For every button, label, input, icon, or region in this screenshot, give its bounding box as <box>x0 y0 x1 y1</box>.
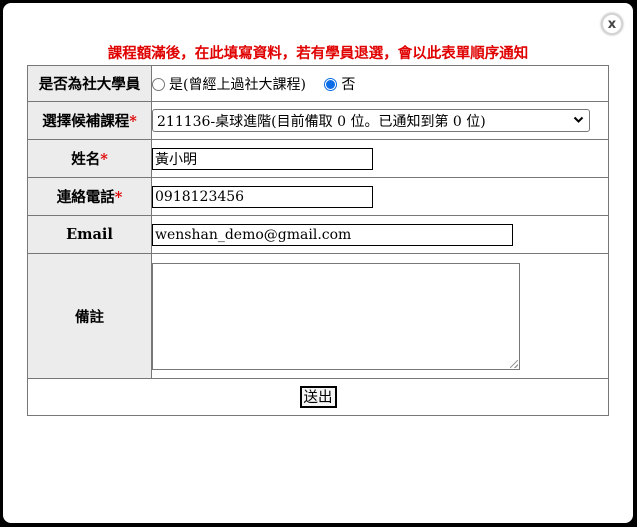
phone-input-value: 0918123456 <box>155 188 245 205</box>
required-mark: * <box>114 189 123 206</box>
close-icon: x <box>607 16 617 32</box>
email-input[interactable]: wenshan_demo@gmail.com <box>152 223 513 246</box>
resize-handle-icon[interactable] <box>510 359 518 368</box>
member-yes-option[interactable]: 是(曾經上過社大課程) <box>152 74 306 94</box>
phone-row: 連絡電話* 0918123456 <box>27 177 609 216</box>
note-row: 備註 <box>27 253 609 379</box>
name-input-value: 黃小明 <box>155 151 197 168</box>
member-no-label: 否 <box>341 76 356 93</box>
course-row: 選擇候補課程* 211136-桌球進階(目前備取 0 位。已通知到第 0 位) <box>27 101 609 140</box>
phone-input[interactable]: 0918123456 <box>152 185 373 208</box>
close-button[interactable]: x <box>601 13 623 35</box>
note-textarea[interactable] <box>152 262 520 370</box>
chevron-down-icon <box>573 114 584 124</box>
name-label: 姓名* <box>27 139 152 178</box>
course-select[interactable]: 211136-桌球進階(目前備取 0 位。已通知到第 0 位) <box>152 109 590 132</box>
name-input[interactable]: 黃小明 <box>152 147 373 170</box>
name-row: 姓名* 黃小明 <box>27 139 609 178</box>
member-yes-label: 是(曾經上過社大課程) <box>169 76 306 93</box>
waitlist-form: 是否為社大學員 是(曾經上過社大課程) 否 選擇候補課程* 211136-桌球進… <box>27 65 609 416</box>
email-label: Email <box>27 215 152 254</box>
email-row: Email wenshan_demo@gmail.com <box>27 215 609 254</box>
member-label: 是否為社大學員 <box>27 65 152 102</box>
waitlist-notice: 課程額滿後，在此填寫資料，若有學員退選，會以此表單順序通知 <box>107 45 529 62</box>
required-mark: * <box>129 113 137 130</box>
submit-button[interactable]: 送出 <box>299 386 337 408</box>
required-mark: * <box>100 151 108 168</box>
course-select-value: 211136-桌球進階(目前備取 0 位。已通知到第 0 位) <box>157 113 486 130</box>
member-no-radio[interactable] <box>324 77 338 91</box>
waitlist-dialog: x 課程額滿後，在此填寫資料，若有學員退選，會以此表單順序通知 是否為社大學員 … <box>3 3 633 523</box>
course-label: 選擇候補課程* <box>27 101 152 140</box>
member-row: 是否為社大學員 是(曾經上過社大課程) 否 <box>27 65 609 102</box>
member-no-option[interactable]: 否 <box>324 74 355 94</box>
email-input-value: wenshan_demo@gmail.com <box>155 226 352 243</box>
note-label: 備註 <box>27 253 152 379</box>
phone-label: 連絡電話* <box>27 177 152 216</box>
member-yes-radio[interactable] <box>152 77 165 91</box>
submit-row: 送出 <box>27 378 609 416</box>
